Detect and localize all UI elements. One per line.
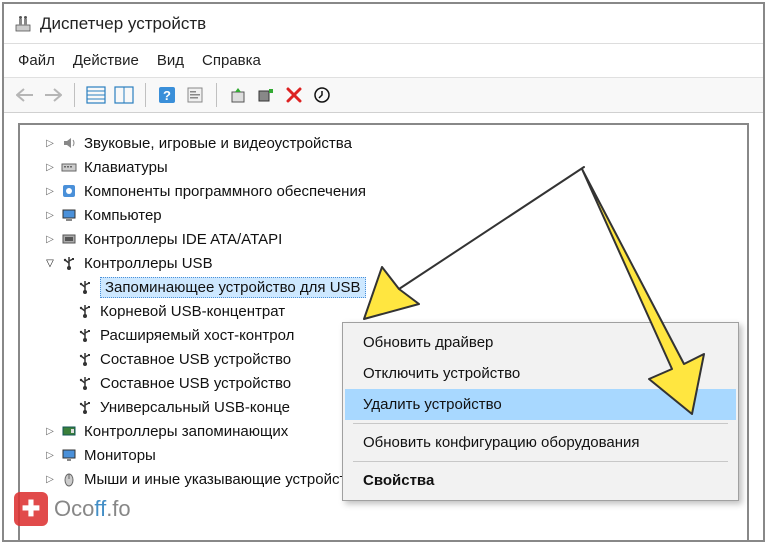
cm-properties[interactable]: Свойства	[345, 465, 736, 496]
tree-node-keyboards[interactable]: ▷ Клавиатуры	[20, 155, 747, 179]
context-menu: Обновить драйвер Отключить устройство Уд…	[342, 322, 739, 501]
usb-icon	[76, 374, 94, 392]
cm-separator	[353, 461, 728, 462]
expand-icon[interactable]: ▷	[44, 425, 56, 437]
computer-icon	[60, 206, 78, 224]
node-label: Корневой USB-концентрат	[100, 303, 285, 320]
node-label: Составное USB устройство	[100, 351, 291, 368]
monitor-icon	[60, 446, 78, 464]
list-view-button[interactable]	[111, 82, 137, 108]
back-button	[12, 82, 38, 108]
node-label: Звуковые, игровые и видеоустройства	[84, 135, 352, 152]
tree-node-usb-roothub[interactable]: Корневой USB-концентрат	[20, 299, 747, 323]
mouse-icon	[60, 470, 78, 488]
expand-icon[interactable]: ▷	[44, 137, 56, 149]
usb-icon	[76, 302, 94, 320]
expand-icon[interactable]: ▷	[44, 233, 56, 245]
help-button[interactable]: ?	[154, 82, 180, 108]
watermark-badge-icon: ✚	[14, 492, 48, 526]
tree-node-ide[interactable]: ▷ Контроллеры IDE ATA/ATAPI	[20, 227, 747, 251]
node-label: Расширяемый хост-контрол	[100, 327, 294, 344]
expand-icon[interactable]: ▷	[44, 209, 56, 221]
menu-action[interactable]: Действие	[73, 52, 139, 69]
expand-icon[interactable]: ▷	[44, 473, 56, 485]
node-label: Контроллеры IDE ATA/ATAPI	[84, 231, 282, 248]
storage-icon	[60, 422, 78, 440]
node-label: Составное USB устройство	[100, 375, 291, 392]
update-driver-button[interactable]	[225, 82, 251, 108]
tree-node-software[interactable]: ▷ Компоненты программного обеспечения	[20, 179, 747, 203]
cm-uninstall-device[interactable]: Удалить устройство	[345, 389, 736, 420]
keyboard-icon	[60, 158, 78, 176]
forward-button	[40, 82, 66, 108]
menu-view[interactable]: Вид	[157, 52, 184, 69]
menu-help[interactable]: Справка	[202, 52, 261, 69]
tree-node-computer[interactable]: ▷ Компьютер	[20, 203, 747, 227]
node-label: Мониторы	[84, 447, 156, 464]
tree-node-sound[interactable]: ▷ Звуковые, игровые и видеоустройства	[20, 131, 747, 155]
usb-icon	[76, 326, 94, 344]
properties-button[interactable]	[182, 82, 208, 108]
node-label: Контроллеры запоминающих	[84, 423, 288, 440]
node-label: Компоненты программного обеспечения	[84, 183, 366, 200]
detail-view-button[interactable]	[83, 82, 109, 108]
menu-file[interactable]: Файл	[18, 52, 55, 69]
usb-icon	[60, 254, 78, 272]
cm-separator	[353, 423, 728, 424]
scan-hardware-button[interactable]	[253, 82, 279, 108]
node-label: Клавиатуры	[84, 159, 168, 176]
usb-icon	[76, 278, 94, 296]
tree-node-usb-storage[interactable]: Запоминающее устройство для USB	[20, 275, 747, 299]
node-label-selected: Запоминающее устройство для USB	[100, 277, 366, 298]
expand-icon[interactable]: ▷	[44, 185, 56, 197]
speaker-icon	[60, 134, 78, 152]
toolbar-separator	[216, 83, 217, 107]
device-manager-window: Диспетчер устройств Файл Действие Вид Сп…	[2, 2, 765, 542]
cm-update-driver[interactable]: Обновить драйвер	[345, 327, 736, 358]
app-icon	[14, 15, 32, 33]
usb-icon	[76, 398, 94, 416]
watermark-text: Ocoff.fo	[54, 496, 131, 522]
node-label: Мыши и иные указывающие устройства	[84, 471, 362, 488]
toolbar-separator	[145, 83, 146, 107]
collapse-icon[interactable]: ▽	[44, 257, 56, 269]
window-title: Диспетчер устройств	[40, 14, 206, 34]
software-icon	[60, 182, 78, 200]
toolbar: ?	[4, 77, 763, 113]
expand-icon[interactable]: ▷	[44, 449, 56, 461]
node-label: Компьютер	[84, 207, 162, 224]
disable-button[interactable]	[309, 82, 335, 108]
svg-text:?: ?	[163, 88, 171, 103]
watermark: ✚ Ocoff.fo	[14, 492, 131, 526]
menubar: Файл Действие Вид Справка	[4, 44, 763, 77]
cm-scan-hardware[interactable]: Обновить конфигурацию оборудования	[345, 427, 736, 458]
tree-node-usb-controllers[interactable]: ▽ Контроллеры USB	[20, 251, 747, 275]
usb-icon	[76, 350, 94, 368]
toolbar-separator	[74, 83, 75, 107]
cm-disable-device[interactable]: Отключить устройство	[345, 358, 736, 389]
uninstall-button[interactable]	[281, 82, 307, 108]
titlebar: Диспетчер устройств	[4, 4, 763, 44]
node-label: Универсальный USB-конце	[100, 399, 290, 416]
ide-icon	[60, 230, 78, 248]
expand-icon[interactable]: ▷	[44, 161, 56, 173]
node-label: Контроллеры USB	[84, 255, 213, 272]
